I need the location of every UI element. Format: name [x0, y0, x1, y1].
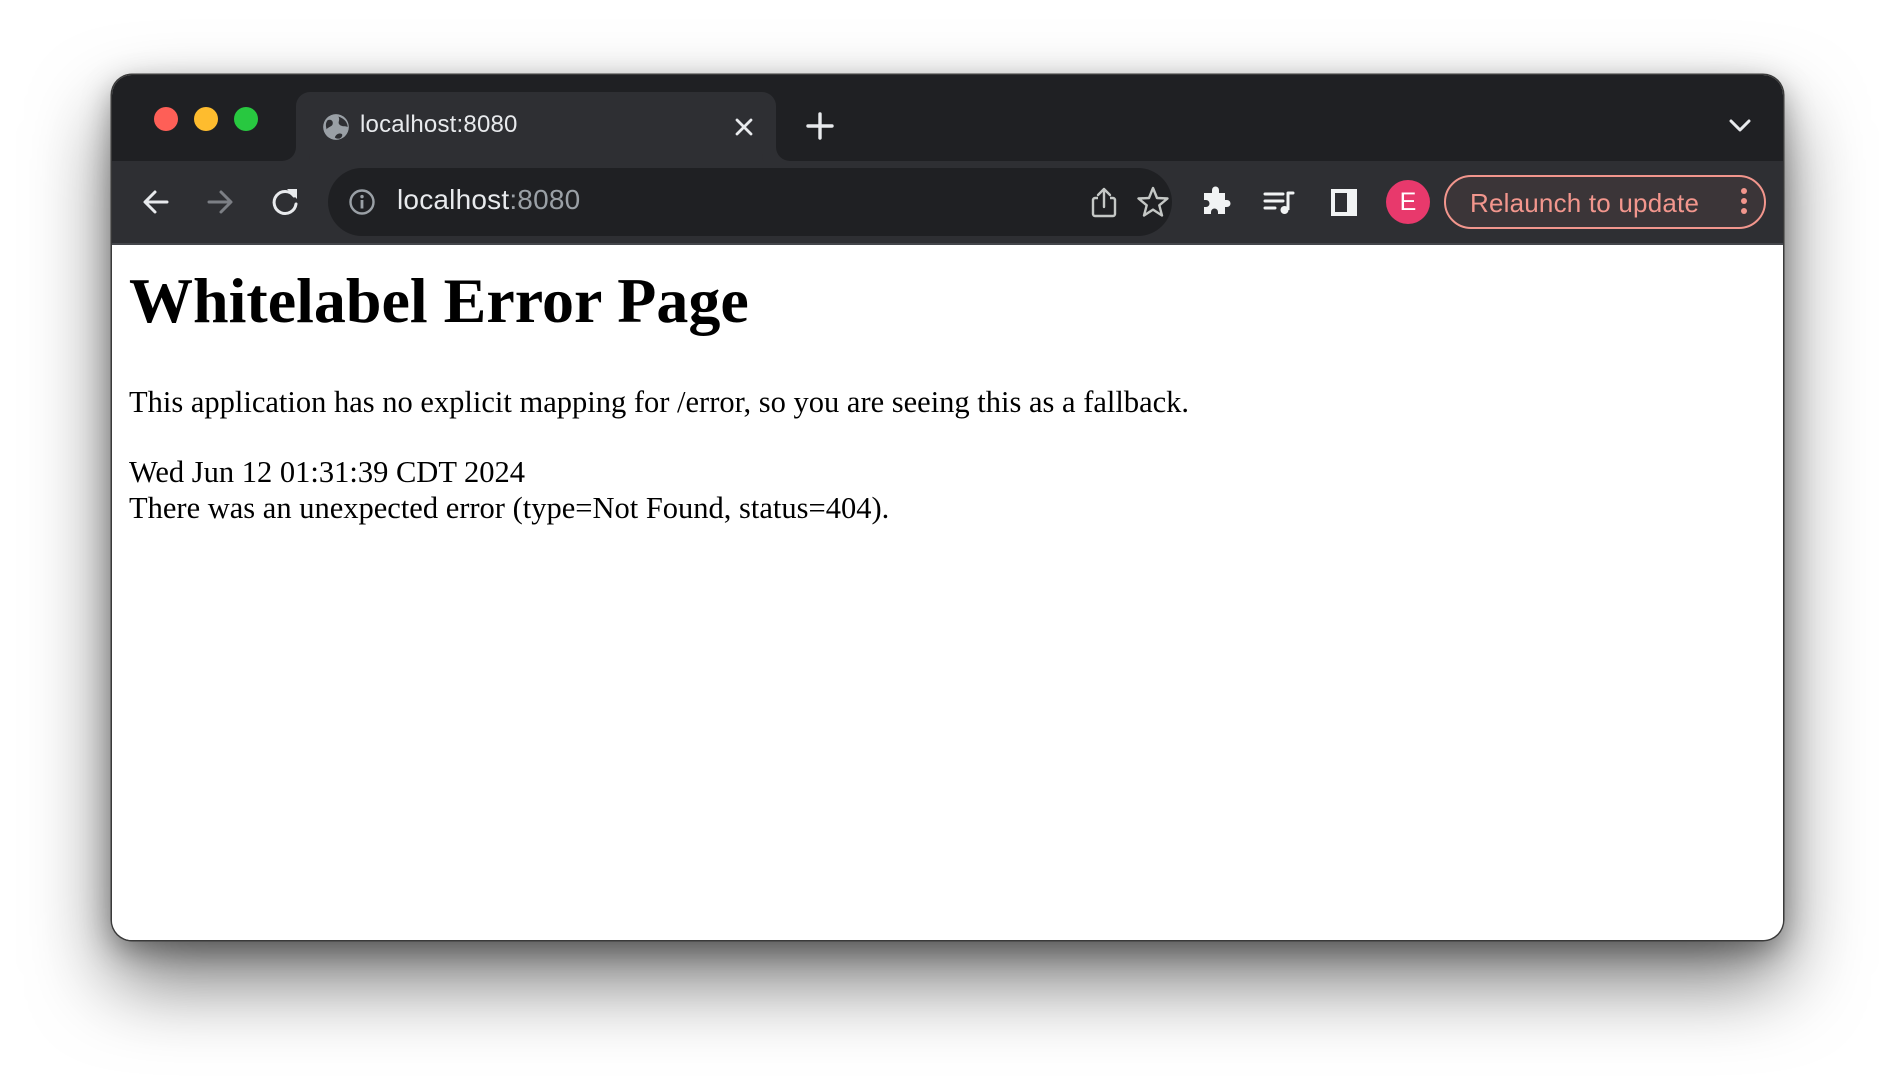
error-details: There was an unexpected error (type=Not … [129, 491, 890, 525]
url-port: :8080 [509, 184, 581, 215]
relaunch-to-update-button[interactable]: Relaunch to update [1444, 175, 1766, 229]
desktop-background: localhost:8080 localhost:8080 E Relaunch… [0, 0, 1896, 1088]
profile-avatar[interactable]: E [1386, 180, 1430, 224]
url-host: localhost [397, 184, 510, 215]
chevron-down-icon[interactable] [1726, 115, 1754, 137]
share-icon[interactable] [1089, 185, 1119, 219]
info-icon[interactable] [348, 188, 376, 216]
puzzle-icon[interactable] [1198, 184, 1234, 220]
tab-title: localhost:8080 [360, 111, 518, 138]
close-window-button[interactable] [154, 107, 178, 131]
fallback-message: This application has no explicit mapping… [129, 385, 1190, 419]
browser-window: localhost:8080 localhost:8080 E Relaunch… [112, 75, 1783, 940]
url-text[interactable]: localhost:8080 [397, 184, 580, 216]
address-bar[interactable]: localhost:8080 [328, 168, 1172, 236]
tab-localhost[interactable]: localhost:8080 [296, 92, 776, 161]
close-tab-icon[interactable] [732, 115, 756, 139]
error-timestamp: Wed Jun 12 01:31:39 CDT 2024 [129, 455, 526, 489]
browser-toolbar: localhost:8080 E Relaunch to update [112, 161, 1783, 245]
arrow-left-icon[interactable] [138, 184, 174, 220]
tab-strip: localhost:8080 [112, 75, 1783, 161]
page-content: Whitelabel Error Page This application h… [112, 245, 1783, 940]
minimize-window-button[interactable] [194, 107, 218, 131]
kebab-menu-icon[interactable] [1740, 188, 1748, 218]
zoom-window-button[interactable] [234, 107, 258, 131]
side-panel-icon[interactable] [1326, 184, 1362, 220]
relaunch-label: Relaunch to update [1470, 188, 1700, 218]
star-icon[interactable] [1136, 185, 1170, 219]
page-title: Whitelabel Error Page [129, 265, 749, 336]
reload-icon[interactable] [267, 184, 303, 220]
media-queue-icon[interactable] [1261, 184, 1297, 220]
plus-icon[interactable] [804, 110, 836, 142]
arrow-right-icon[interactable] [202, 184, 238, 220]
globe-icon [323, 114, 349, 140]
